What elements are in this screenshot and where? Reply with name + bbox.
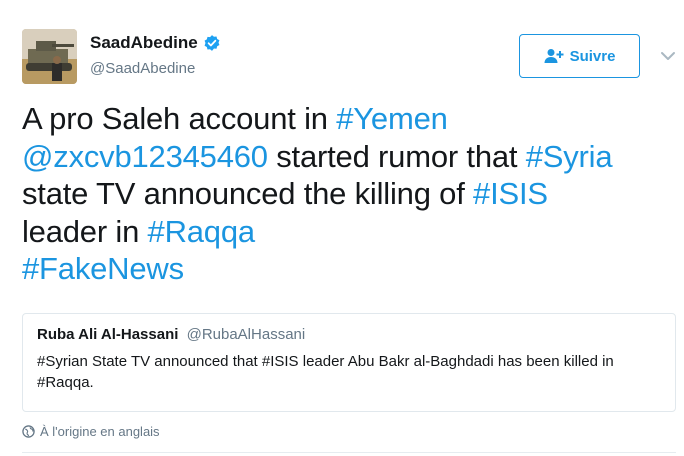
author-handle[interactable]: @SaadAbedine <box>90 60 195 77</box>
tweet-text-segment: started rumor that <box>267 138 526 174</box>
chevron-down-icon[interactable] <box>660 50 676 62</box>
tweet-link[interactable]: @zxcvb12345460 <box>22 139 268 174</box>
tweet-text-segment: leader in <box>22 213 148 249</box>
tweet-link[interactable]: #Syria <box>526 139 613 174</box>
tweet-link[interactable]: #ISIS <box>473 176 548 211</box>
quoted-author-handle: @RubaAlHassani <box>186 326 306 343</box>
tweet-link[interactable]: #FakeNews <box>22 251 184 286</box>
globe-icon <box>22 425 35 438</box>
tweet-text-segment: state TV announced the killing of <box>22 176 474 211</box>
verified-badge-icon <box>204 35 220 51</box>
follow-button[interactable]: Suivre <box>519 34 640 78</box>
quoted-tweet[interactable]: Ruba Ali Al-Hassani @RubaAlHassani #Syri… <box>22 313 676 412</box>
avatar-image <box>22 29 77 84</box>
quoted-author-name: Ruba Ali Al-Hassani <box>37 326 179 343</box>
translation-note-label: À l'origine en anglais <box>40 424 160 439</box>
tweet-link[interactable]: #Raqqa <box>148 214 256 249</box>
author-display-name[interactable]: SaadAbedine <box>90 33 198 53</box>
tweet-link[interactable]: #Yemen <box>336 101 448 136</box>
tweet-text-segment: A pro Saleh account in <box>22 101 337 136</box>
follow-button-label: Suivre <box>569 47 616 65</box>
tweet-text: A pro Saleh account in #Yemen @zxcvb12345… <box>22 100 662 288</box>
add-user-icon <box>544 49 564 63</box>
divider <box>22 452 676 453</box>
avatar[interactable] <box>22 29 77 84</box>
quoted-tweet-text: #Syrian State TV announced that #ISIS le… <box>37 353 614 391</box>
translation-note[interactable]: À l'origine en anglais <box>22 424 160 439</box>
